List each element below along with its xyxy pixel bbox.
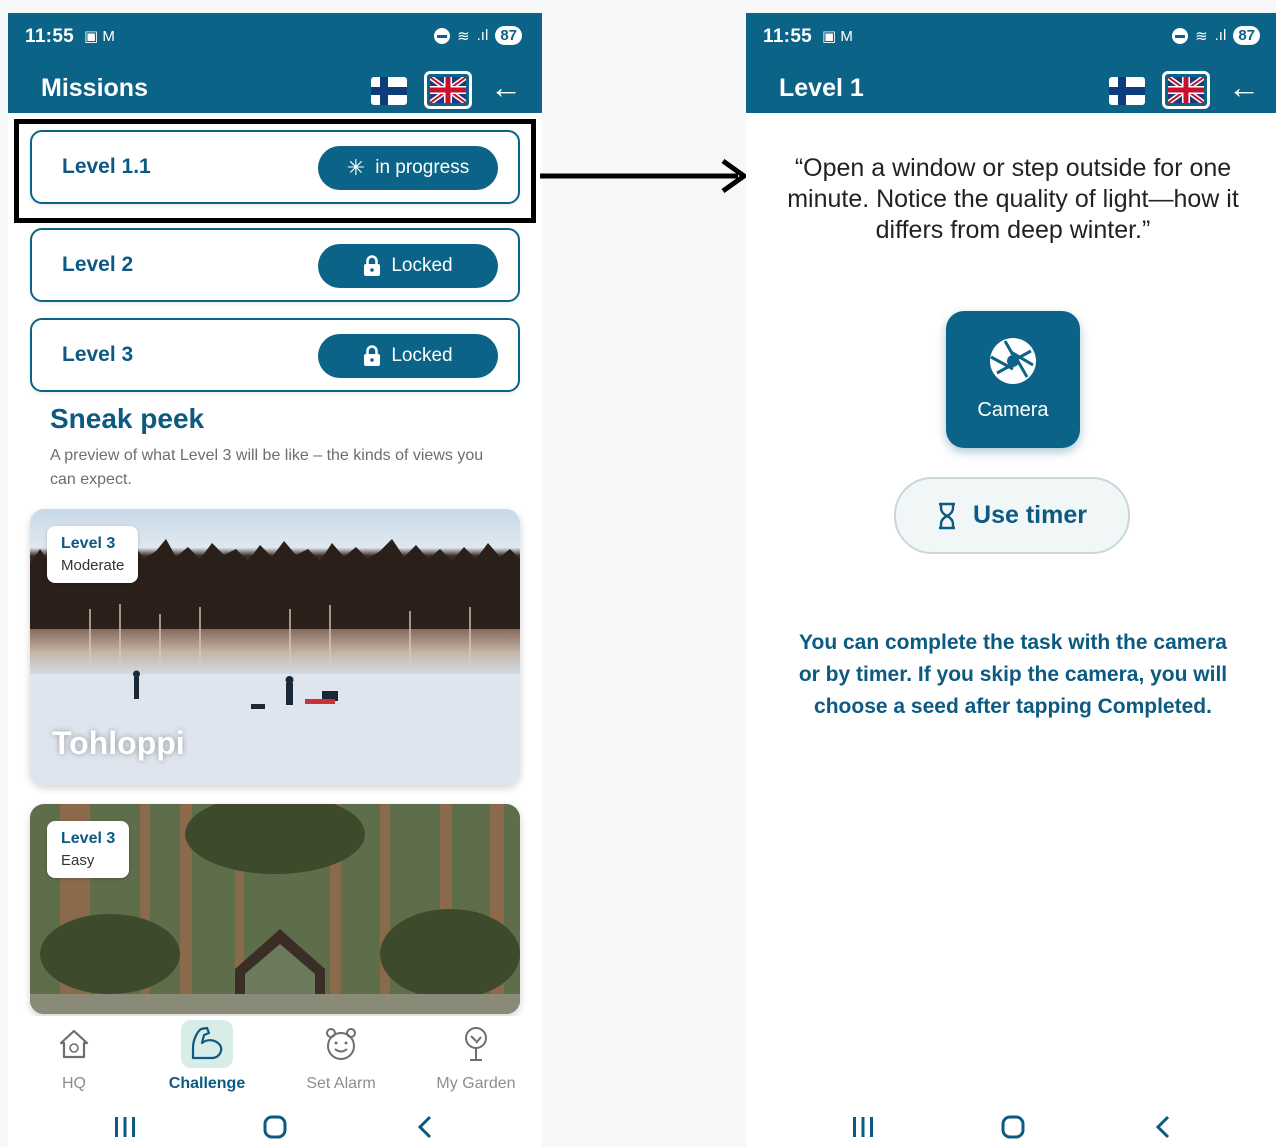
preview-card-tohloppi[interactable]: Level 3 Moderate Tohloppi [30,509,520,785]
battery-indicator: 87 [495,26,522,45]
recent-apps-button[interactable] [105,1107,145,1147]
sneak-peek-title: Sneak peek [50,403,205,434]
system-navigation-bar [746,1107,1276,1147]
recent-apps-icon [853,1117,873,1137]
nav-label: HQ [62,1075,86,1092]
page-title: Missions [41,74,148,102]
status-time: 11:55 [763,26,813,47]
level-tag: Level 3 Easy [47,821,130,878]
task-quote: “Open a window or step outside for one m… [787,154,1239,244]
back-button[interactable] [1143,1107,1183,1147]
back-arrow-icon[interactable]: ← [490,69,522,106]
level-tag: Level 3 Moderate [47,526,139,583]
page-title: Level 1 [779,74,864,102]
transition-arrow [540,158,749,194]
nav-label: My Garden [436,1075,516,1092]
lock-icon [364,255,381,276]
tag-level: Level 3 [61,830,116,847]
do-not-disturb-icon [434,27,451,44]
completion-info: You can complete the task with the camer… [798,631,1228,718]
location-label: Tohloppi [52,725,185,761]
do-not-disturb-icon [1172,27,1189,44]
level-name: Level 2 [62,253,134,276]
preview-card-forest[interactable]: Level 3 Easy [30,804,520,1014]
home-button[interactable] [255,1107,295,1147]
back-button[interactable] [405,1107,445,1147]
app-bar: 11:55 ▣ M ≋ .ıl 87 Missions ← [8,13,542,113]
camera-button[interactable]: Camera [946,311,1080,448]
sneak-peek-description: A preview of what Level 3 will be like –… [50,447,484,488]
chevron-left-icon [1155,1115,1170,1139]
wifi-icon: ≋ [1195,27,1208,45]
recent-apps-button[interactable] [843,1107,883,1147]
battery-indicator: 87 [1233,26,1260,45]
status-label: Locked [391,255,453,276]
missions-screen: 11:55 ▣ M ≋ .ıl 87 Missions ← Level 1.1 [8,13,542,1147]
level-card-3[interactable]: Level 3 Locked [30,318,520,392]
nav-label: Challenge [168,1075,246,1092]
english-flag-icon[interactable] [424,71,472,109]
status-time: 11:55 [25,26,75,47]
level-name: Level 3 [62,343,134,366]
wifi-icon: ≋ [457,27,470,45]
camera-aperture-icon [990,338,1036,384]
home-square-icon [1001,1115,1025,1139]
nav-my-garden[interactable]: My Garden [421,1022,531,1093]
nav-challenge[interactable]: Challenge [152,1020,262,1093]
home-button[interactable] [993,1107,1033,1147]
locked-badge: Locked [318,244,498,288]
back-arrow-icon[interactable]: ← [1228,69,1260,106]
home-square-icon [263,1115,287,1139]
finnish-flag-icon[interactable] [1109,77,1145,105]
level-detail-screen: 11:55 ▣ M ≋ .ıl 87 Level 1 ← “Open a win… [746,13,1276,1147]
bottom-navigation: HQ Challenge Set Alarm My Garden [8,1016,542,1100]
app-bar: 11:55 ▣ M ≋ .ıl 87 Level 1 ← [746,13,1276,113]
tag-difficulty: Moderate [61,557,125,574]
timer-label: Use timer [973,501,1087,529]
signal-icon: .ıl [476,27,489,44]
alarm-clock-icon [326,1028,356,1060]
hourglass-icon [939,502,956,529]
status-label: Locked [391,345,453,366]
system-navigation-bar [8,1107,542,1147]
highlight-annotation-box [14,119,536,223]
home-icon [59,1029,89,1059]
recent-apps-icon [115,1117,135,1137]
notification-icons: ▣ M [822,28,853,45]
finnish-flag-icon[interactable] [371,77,407,105]
english-flag-icon[interactable] [1162,71,1210,109]
nav-set-alarm[interactable]: Set Alarm [286,1022,396,1093]
status-icons: ≋ .ıl 87 [434,26,522,45]
use-timer-button[interactable]: Use timer [894,477,1130,554]
flexed-arm-icon [191,1026,223,1060]
nav-label: Set Alarm [306,1075,376,1092]
tag-difficulty: Easy [61,852,95,869]
signal-icon: .ıl [1214,27,1227,44]
chevron-left-icon [417,1115,432,1139]
notification-icons: ▣ M [84,28,115,45]
camera-label: Camera [977,399,1049,421]
level-card-2[interactable]: Level 2 Locked [30,228,520,302]
tag-level: Level 3 [61,535,116,552]
nav-hq[interactable]: HQ [19,1022,129,1093]
tree-icon [465,1027,487,1061]
locked-badge: Locked [318,334,498,378]
status-icons: ≋ .ıl 87 [1172,26,1260,45]
lock-icon [364,345,381,366]
